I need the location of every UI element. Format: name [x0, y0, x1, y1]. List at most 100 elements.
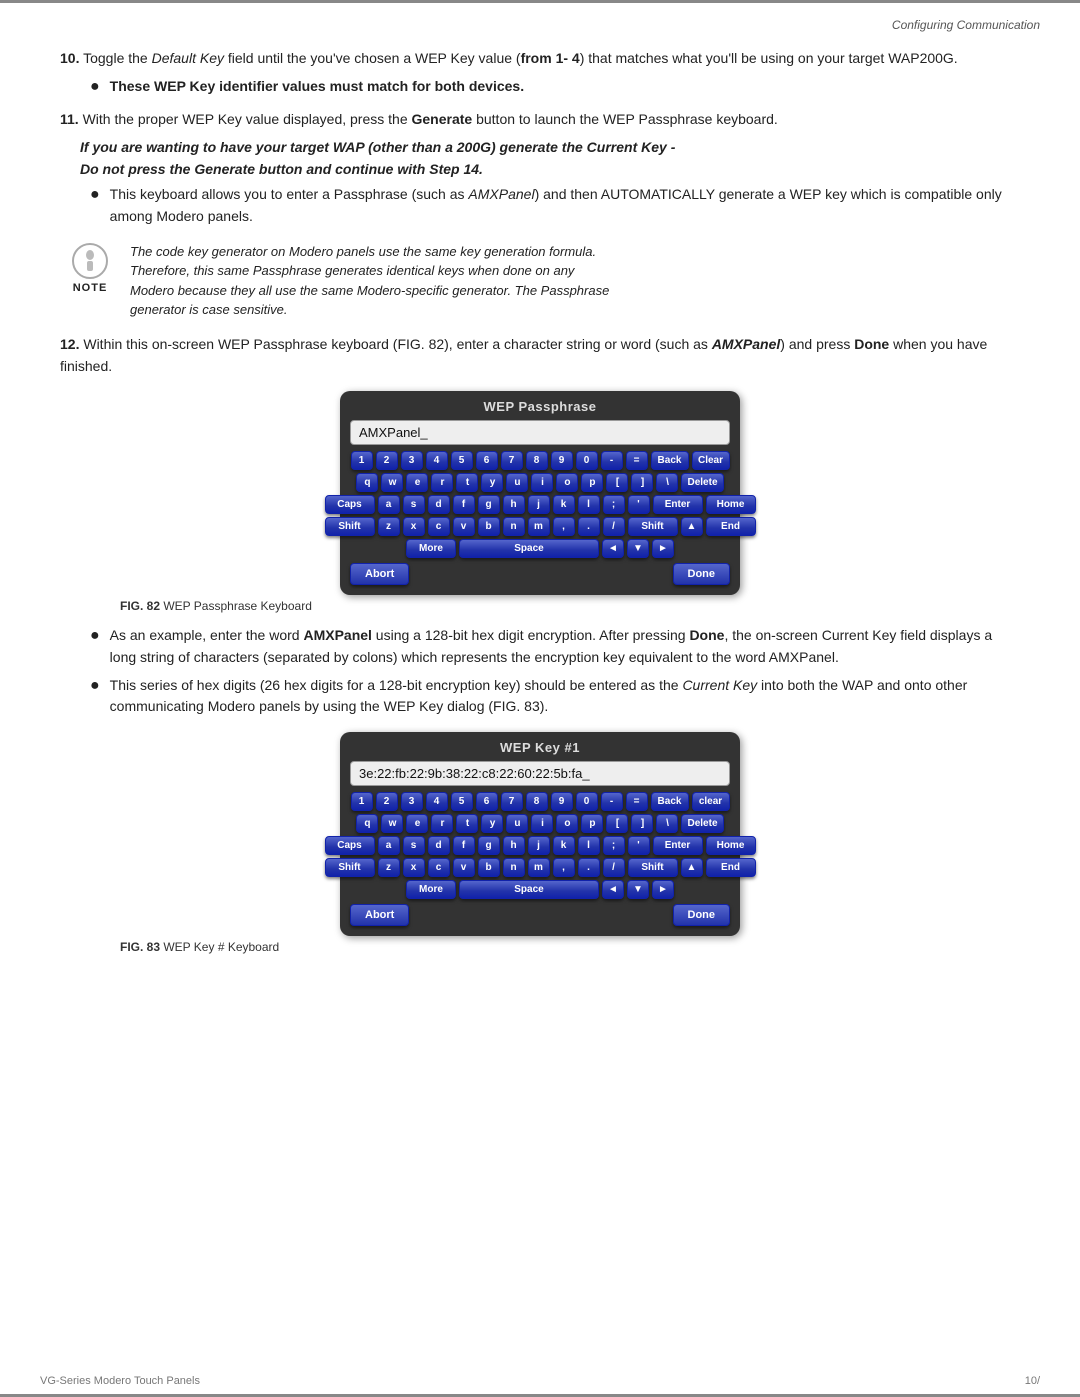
key-enter-1[interactable]: Enter	[653, 495, 703, 514]
key-comma[interactable]: ,	[553, 517, 575, 536]
key-b[interactable]: b	[478, 517, 500, 536]
key-shift-left-1[interactable]: Shift	[325, 517, 375, 536]
key2-t[interactable]: t	[456, 814, 478, 833]
key2-rbracket[interactable]: ]	[631, 814, 653, 833]
key2-2[interactable]: 2	[376, 792, 398, 811]
key2-k[interactable]: k	[553, 836, 575, 855]
key-0[interactable]: 0	[576, 451, 598, 470]
key2-u[interactable]: u	[506, 814, 528, 833]
key2-shift-right[interactable]: Shift	[628, 858, 678, 877]
key2-semicolon[interactable]: ;	[603, 836, 625, 855]
key-up-1[interactable]: ▲	[681, 517, 703, 536]
key2-7[interactable]: 7	[501, 792, 523, 811]
key2-3[interactable]: 3	[401, 792, 423, 811]
key2-b[interactable]: b	[478, 858, 500, 877]
key2-a[interactable]: a	[378, 836, 400, 855]
key-f[interactable]: f	[453, 495, 475, 514]
key2-clear[interactable]: clear	[692, 792, 730, 811]
keyboard2-abort-button[interactable]: Abort	[350, 904, 409, 926]
key2-x[interactable]: x	[403, 858, 425, 877]
key-n[interactable]: n	[503, 517, 525, 536]
keyboard2-input[interactable]: 3e:22:fb:22:9b:38:22:c8:22:60:22:5b:fa_	[350, 761, 730, 786]
key2-5[interactable]: 5	[451, 792, 473, 811]
key2-lbracket[interactable]: [	[606, 814, 628, 833]
key-t[interactable]: t	[456, 473, 478, 492]
key-w[interactable]: w	[381, 473, 403, 492]
key-down-1[interactable]: ▼	[627, 539, 649, 558]
key-backslash[interactable]: \	[656, 473, 678, 492]
key2-up[interactable]: ▲	[681, 858, 703, 877]
key-4[interactable]: 4	[426, 451, 448, 470]
key2-0[interactable]: 0	[576, 792, 598, 811]
key2-h[interactable]: h	[503, 836, 525, 855]
key2-m[interactable]: m	[528, 858, 550, 877]
key2-more[interactable]: More	[406, 880, 456, 899]
key-e[interactable]: e	[406, 473, 428, 492]
key-7[interactable]: 7	[501, 451, 523, 470]
key2-enter[interactable]: Enter	[653, 836, 703, 855]
key-9[interactable]: 9	[551, 451, 573, 470]
key2-6[interactable]: 6	[476, 792, 498, 811]
key2-w[interactable]: w	[381, 814, 403, 833]
key-delete-1[interactable]: Delete	[681, 473, 723, 492]
key-u[interactable]: u	[506, 473, 528, 492]
key2-z[interactable]: z	[378, 858, 400, 877]
key-right-1[interactable]: ►	[652, 539, 674, 558]
key2-c[interactable]: c	[428, 858, 450, 877]
key2-i[interactable]: i	[531, 814, 553, 833]
key-o[interactable]: o	[556, 473, 578, 492]
key2-r[interactable]: r	[431, 814, 453, 833]
key-z[interactable]: z	[378, 517, 400, 536]
key2-space[interactable]: Space	[459, 880, 599, 899]
key-left-1[interactable]: ◄	[602, 539, 624, 558]
key-semicolon[interactable]: ;	[603, 495, 625, 514]
key-v[interactable]: v	[453, 517, 475, 536]
key-back[interactable]: Back	[651, 451, 689, 470]
key2-4[interactable]: 4	[426, 792, 448, 811]
key-equals[interactable]: =	[626, 451, 648, 470]
key-8[interactable]: 8	[526, 451, 548, 470]
key-home-1[interactable]: Home	[706, 495, 756, 514]
key2-delete[interactable]: Delete	[681, 814, 723, 833]
key2-p[interactable]: p	[581, 814, 603, 833]
key2-v[interactable]: v	[453, 858, 475, 877]
key2-9[interactable]: 9	[551, 792, 573, 811]
key-more-1[interactable]: More	[406, 539, 456, 558]
key-d[interactable]: d	[428, 495, 450, 514]
key2-q[interactable]: q	[356, 814, 378, 833]
keyboard1-input[interactable]: AMXPanel_	[350, 420, 730, 445]
key-g[interactable]: g	[478, 495, 500, 514]
key2-minus[interactable]: -	[601, 792, 623, 811]
key2-right[interactable]: ►	[652, 880, 674, 899]
key2-caps[interactable]: Caps	[325, 836, 375, 855]
key2-comma[interactable]: ,	[553, 858, 575, 877]
keyboard1-abort-button[interactable]: Abort	[350, 563, 409, 585]
keyboard1-done-button[interactable]: Done	[673, 563, 731, 585]
key2-quote[interactable]: '	[628, 836, 650, 855]
key-s[interactable]: s	[403, 495, 425, 514]
key2-home[interactable]: Home	[706, 836, 756, 855]
key2-y[interactable]: y	[481, 814, 503, 833]
key2-e[interactable]: e	[406, 814, 428, 833]
key-shift-right-1[interactable]: Shift	[628, 517, 678, 536]
key2-o[interactable]: o	[556, 814, 578, 833]
key-q[interactable]: q	[356, 473, 378, 492]
key2-n[interactable]: n	[503, 858, 525, 877]
key-i[interactable]: i	[531, 473, 553, 492]
key2-end[interactable]: End	[706, 858, 756, 877]
key-l[interactable]: l	[578, 495, 600, 514]
key2-back[interactable]: Back	[651, 792, 689, 811]
key-5[interactable]: 5	[451, 451, 473, 470]
key-period[interactable]: .	[578, 517, 600, 536]
key-quote[interactable]: '	[628, 495, 650, 514]
key-2[interactable]: 2	[376, 451, 398, 470]
key-6[interactable]: 6	[476, 451, 498, 470]
key-k[interactable]: k	[553, 495, 575, 514]
key2-j[interactable]: j	[528, 836, 550, 855]
key2-d[interactable]: d	[428, 836, 450, 855]
key-c[interactable]: c	[428, 517, 450, 536]
key-3[interactable]: 3	[401, 451, 423, 470]
key2-equals[interactable]: =	[626, 792, 648, 811]
key2-slash[interactable]: /	[603, 858, 625, 877]
key2-1[interactable]: 1	[351, 792, 373, 811]
